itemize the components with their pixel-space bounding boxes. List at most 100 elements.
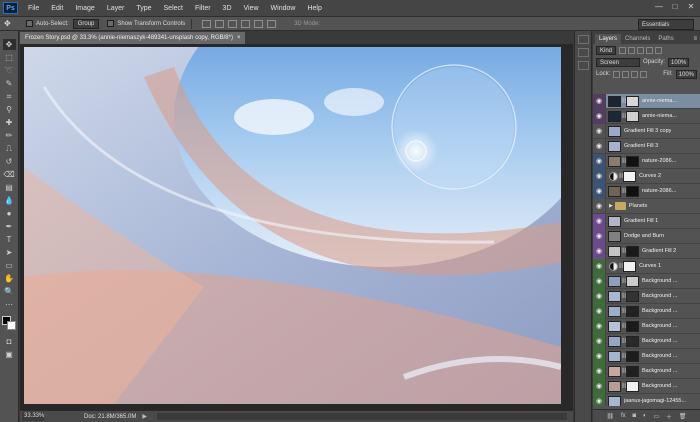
edit-toolbar-icon[interactable]: ⋯ (3, 299, 16, 310)
layer-row[interactable]: ◉ ⛓ nature-2086... (593, 183, 700, 199)
swatches-panel-icon[interactable] (577, 61, 589, 70)
move-tool-icon[interactable]: ✥ (4, 18, 18, 29)
lock-pixels-icon[interactable] (622, 70, 630, 78)
document-tab[interactable]: Frozen Story.psd @ 33.3% (annie-niemaszy… (20, 32, 246, 44)
minimize-button[interactable]: — (654, 2, 664, 12)
layer-mask-thumbnail[interactable] (626, 350, 639, 362)
layer-visibility-toggle[interactable]: ◉ (593, 153, 606, 169)
menu-layer[interactable]: Layer (101, 5, 131, 12)
pixel-filter-icon[interactable] (619, 46, 627, 54)
menu-file[interactable]: File (22, 5, 45, 12)
status-menu-arrow-icon[interactable]: ▶ (142, 413, 147, 420)
lasso-tool-icon[interactable]: ➰ (3, 65, 16, 76)
adjustment-layer-icon[interactable]: ◐ (643, 413, 647, 419)
layer-row[interactable]: ◉ ⛓ Background ... (593, 273, 700, 289)
layer-visibility-toggle[interactable]: ◉ (593, 288, 606, 304)
menu-help[interactable]: Help (301, 5, 327, 12)
eraser-tool-icon[interactable]: ⌫ (3, 169, 16, 180)
brush-tool-icon[interactable]: ✏ (3, 130, 16, 141)
menu-window[interactable]: Window (265, 5, 302, 12)
layer-visibility-toggle[interactable]: ◉ (593, 94, 606, 109)
eyedropper-tool-icon[interactable]: ⚲ (3, 104, 16, 115)
layer-visibility-toggle[interactable]: ◉ (593, 123, 606, 139)
layer-row[interactable]: ◉ Dodge and Burn (593, 228, 700, 244)
workspace-dropdown[interactable]: Essentials (638, 19, 694, 30)
align-middle-icon[interactable] (215, 19, 225, 28)
layer-row[interactable]: ◉ Gradient Fill 3 copy (593, 123, 700, 139)
tab-channels[interactable]: Channels (621, 34, 654, 44)
align-bottom-icon[interactable] (228, 19, 238, 28)
layer-visibility-toggle[interactable]: ◉ (593, 348, 606, 364)
color-swatches[interactable] (2, 316, 16, 330)
history-brush-tool-icon[interactable]: ↺ (3, 156, 16, 167)
layer-visibility-toggle[interactable]: ◉ (593, 243, 606, 259)
history-panel-icon[interactable] (577, 35, 589, 44)
layer-visibility-toggle[interactable]: ◉ (593, 258, 606, 274)
new-group-icon[interactable]: ▭ (653, 413, 659, 420)
layer-row[interactable]: ◉ ⛓ Background ... (593, 363, 700, 379)
layer-row[interactable]: ◉ ⛓ Background ... (593, 288, 700, 304)
pen-tool-icon[interactable]: ✒ (3, 221, 16, 232)
layer-visibility-toggle[interactable]: ◉ (593, 303, 606, 319)
properties-panel-icon[interactable] (577, 48, 589, 57)
layer-mask-thumbnail[interactable] (626, 335, 639, 347)
layer-mask-thumbnail[interactable] (626, 320, 639, 332)
quick-select-tool-icon[interactable]: ✎ (3, 78, 16, 89)
marquee-tool-icon[interactable]: ⬚ (3, 52, 16, 63)
opacity-field[interactable]: 100% (668, 57, 690, 67)
layer-row[interactable]: ◉ ⛓ annie-niema... (593, 108, 700, 124)
smart-object-filter-icon[interactable] (655, 46, 663, 54)
clone-stamp-tool-icon[interactable]: ⎍ (3, 143, 16, 154)
layer-row[interactable]: ◉ ⛓ Background ... (593, 303, 700, 319)
adjustment-filter-icon[interactable] (628, 46, 636, 54)
blend-mode-dropdown[interactable]: Screen (596, 57, 640, 67)
gradient-tool-icon[interactable]: ▤ (3, 182, 16, 193)
align-left-icon[interactable] (241, 19, 251, 28)
quick-mask-icon[interactable]: ◘ (3, 336, 16, 347)
menu-edit[interactable]: Edit (45, 5, 69, 12)
menu-type[interactable]: Type (130, 5, 157, 12)
layer-row[interactable]: ◉ ⛓ Curves 1 (593, 258, 700, 274)
move-tool-icon[interactable]: ✥ (2, 39, 16, 50)
layer-row[interactable]: ◉ Gradient Fill 1 (593, 213, 700, 229)
layer-mask-thumbnail[interactable] (626, 290, 639, 302)
layer-mask-thumbnail[interactable] (626, 185, 639, 197)
expand-group-icon[interactable]: ▶ (609, 203, 613, 209)
maximize-button[interactable]: □ (670, 2, 680, 12)
background-color-swatch[interactable] (7, 321, 16, 330)
screen-mode-icon[interactable]: ▣ (3, 349, 16, 360)
auto-select-target-dropdown[interactable]: Group (72, 18, 100, 29)
menu-3d[interactable]: 3D (217, 5, 238, 12)
layer-visibility-toggle[interactable]: ◉ (593, 273, 606, 289)
close-button[interactable]: ✕ (686, 2, 696, 12)
layer-row[interactable]: ◉ jaanus-jagomagi-12455... (593, 393, 700, 406)
align-top-icon[interactable] (202, 19, 212, 28)
layer-visibility-toggle[interactable]: ◉ (593, 213, 606, 229)
dodge-tool-icon[interactable]: ● (3, 208, 16, 219)
blur-tool-icon[interactable]: 💧 (3, 195, 16, 206)
layer-mask-thumbnail[interactable] (626, 110, 639, 122)
lock-position-icon[interactable] (631, 70, 639, 78)
layer-mask-thumbnail[interactable] (626, 275, 639, 287)
layer-mask-thumbnail[interactable] (626, 305, 639, 317)
lock-transparent-icon[interactable] (613, 70, 621, 78)
layer-visibility-toggle[interactable]: ◉ (593, 228, 606, 244)
layer-mask-thumbnail[interactable] (626, 95, 639, 107)
layer-row[interactable]: ◉ ⛓ Background ... (593, 333, 700, 349)
layer-mask-thumbnail[interactable] (623, 170, 636, 182)
layer-visibility-toggle[interactable]: ◉ (593, 198, 606, 214)
menu-select[interactable]: Select (158, 5, 189, 12)
layer-visibility-toggle[interactable]: ◉ (593, 183, 606, 199)
layer-mask-thumbnail[interactable] (626, 380, 639, 392)
type-tool-icon[interactable]: T (3, 234, 16, 245)
auto-select-checkbox[interactable] (26, 20, 33, 27)
layer-visibility-toggle[interactable]: ◉ (593, 378, 606, 394)
panel-menu-icon[interactable]: ≡ (693, 34, 697, 44)
layer-visibility-toggle[interactable]: ◉ (593, 108, 606, 124)
show-transform-checkbox[interactable] (107, 20, 115, 27)
tab-layers[interactable]: Layers (595, 34, 622, 44)
new-layer-icon[interactable]: ＋ (666, 412, 672, 421)
layer-mask-thumbnail[interactable] (626, 155, 639, 167)
lock-all-icon[interactable] (640, 70, 648, 78)
layer-row[interactable]: ◉ Gradient Fill 3 (593, 138, 700, 154)
